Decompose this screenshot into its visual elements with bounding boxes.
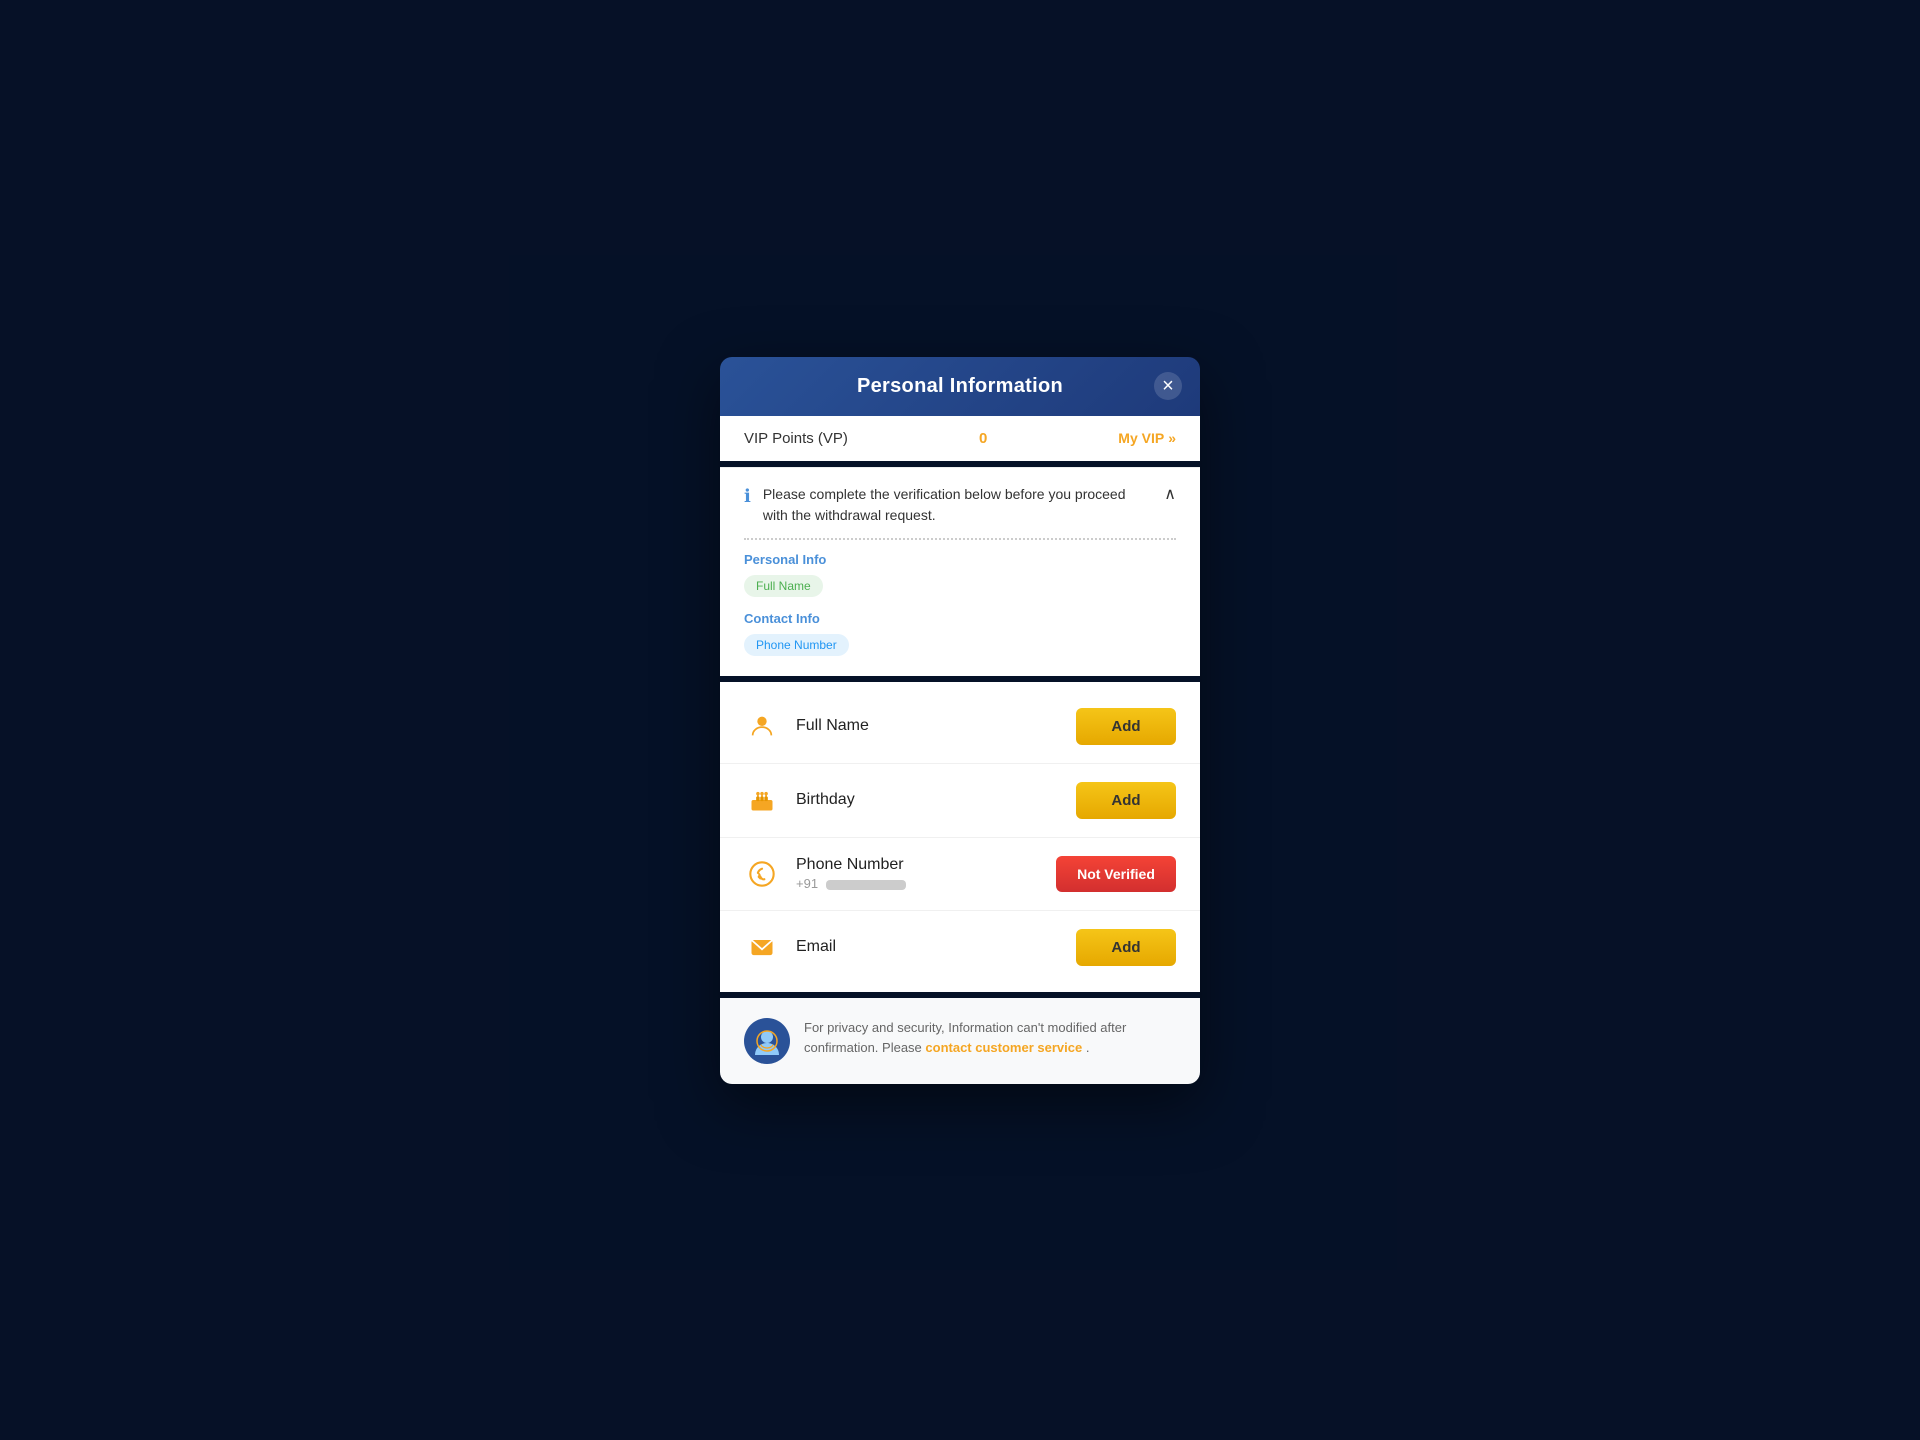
vip-label: VIP Points (VP) <box>744 430 848 447</box>
contact-info-section: Contact Info Phone Number <box>744 611 1176 656</box>
divider <box>744 538 1176 540</box>
email-label: Email <box>796 938 1060 956</box>
vip-card: VIP Points (VP) 0 My VIP » <box>720 416 1200 461</box>
birthday-details: Birthday <box>796 791 1060 809</box>
verification-text: Please complete the verification below b… <box>763 484 1152 526</box>
footer-card: For privacy and security, Information ca… <box>720 998 1200 1084</box>
footer-text: For privacy and security, Information ca… <box>804 1018 1176 1060</box>
add-full-name-button[interactable]: Add <box>1076 708 1176 745</box>
add-birthday-button[interactable]: Add <box>1076 782 1176 819</box>
verification-header: ℹ Please complete the verification below… <box>744 484 1176 526</box>
support-avatar <box>744 1018 790 1064</box>
modal-title: Personal Information <box>857 375 1063 398</box>
birthday-row: Birthday Add <box>720 764 1200 838</box>
vip-points: 0 <box>979 430 987 447</box>
cake-icon <box>744 782 780 818</box>
email-details: Email <box>796 938 1060 956</box>
contact-customer-service-link[interactable]: contact customer service <box>925 1040 1082 1055</box>
phone-details: Phone Number +91 <box>796 856 1040 891</box>
chevron-up-icon[interactable]: ∧ <box>1164 484 1176 504</box>
birthday-label: Birthday <box>796 791 1060 809</box>
modal-header: Personal Information × <box>720 357 1200 416</box>
personal-info-badges: Full Name <box>744 575 1176 597</box>
person-icon <box>744 708 780 744</box>
add-email-button[interactable]: Add <box>1076 929 1176 966</box>
email-row: Email Add <box>720 911 1200 984</box>
modal-overlay: Personal Information × VIP Points (VP) 0… <box>0 0 1920 1440</box>
masked-phone <box>826 880 906 890</box>
info-icon: ℹ <box>744 486 751 507</box>
contact-info-badges: Phone Number <box>744 634 1176 656</box>
contact-info-label: Contact Info <box>744 611 1176 626</box>
email-icon <box>744 929 780 965</box>
personal-info-modal: Personal Information × VIP Points (VP) 0… <box>720 357 1200 1084</box>
phone-number-row: Phone Number +91 Not Verified <box>720 838 1200 911</box>
phone-number-badge: Phone Number <box>744 634 849 656</box>
verification-card: ℹ Please complete the verification below… <box>720 467 1200 676</box>
full-name-details: Full Name <box>796 717 1060 735</box>
full-name-label: Full Name <box>796 717 1060 735</box>
my-vip-link[interactable]: My VIP » <box>1118 430 1176 446</box>
full-name-row: Full Name Add <box>720 690 1200 764</box>
full-name-badge: Full Name <box>744 575 823 597</box>
close-button[interactable]: × <box>1154 372 1182 400</box>
personal-info-label: Personal Info <box>744 552 1176 567</box>
phone-icon <box>744 856 780 892</box>
personal-info-section: Personal Info Full Name <box>744 552 1176 597</box>
phone-label: Phone Number <box>796 856 1040 874</box>
info-fields-card: Full Name Add <box>720 682 1200 992</box>
not-verified-button[interactable]: Not Verified <box>1056 856 1176 892</box>
phone-sub: +91 <box>796 876 1040 891</box>
